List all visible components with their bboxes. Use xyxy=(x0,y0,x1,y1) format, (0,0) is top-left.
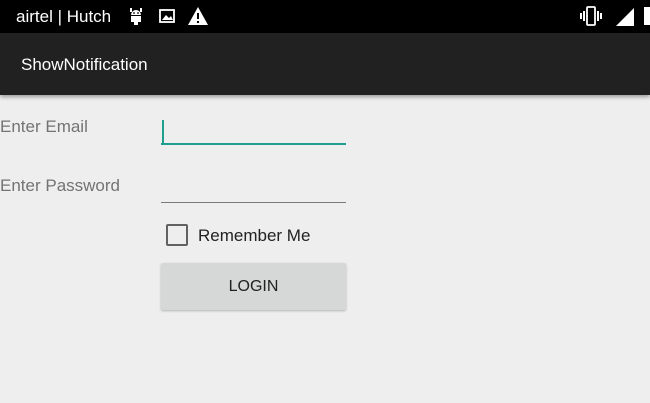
email-field-container xyxy=(161,106,346,146)
app-bar: ShowNotification xyxy=(0,33,650,95)
battery-icon xyxy=(644,7,650,25)
email-label: Enter Email xyxy=(0,117,88,136)
login-button[interactable]: LOGIN xyxy=(161,263,346,310)
signal-icon xyxy=(616,8,634,26)
app-title: ShowNotification xyxy=(21,55,148,74)
carrier-name: airtel | Hutch xyxy=(16,7,112,26)
remember-me-label[interactable]: Remember Me xyxy=(198,225,310,247)
warning-icon xyxy=(188,7,208,25)
password-field-underline xyxy=(161,202,346,203)
vibrate-icon xyxy=(580,6,602,26)
email-field-underline xyxy=(161,143,346,145)
email-field[interactable] xyxy=(161,106,346,146)
remember-me-checkbox[interactable] xyxy=(166,224,188,246)
text-cursor xyxy=(162,120,164,143)
login-form: Enter Email Enter Password Remember Me L… xyxy=(0,95,650,403)
password-field[interactable] xyxy=(161,163,346,203)
password-field-container xyxy=(161,163,346,203)
status-bar: airtel | Hutch xyxy=(0,0,650,33)
password-label: Enter Password xyxy=(0,176,120,195)
image-icon xyxy=(159,9,175,23)
android-debug-icon xyxy=(130,8,142,25)
